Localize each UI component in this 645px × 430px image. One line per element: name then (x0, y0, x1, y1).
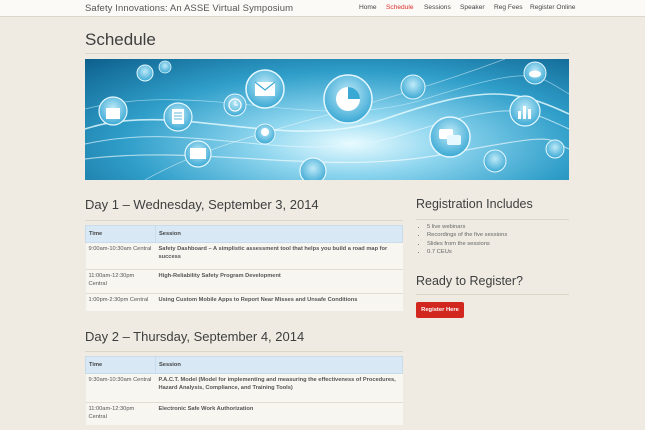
day1-heading: Day 1 – Wednesday, September 3, 2014 (85, 197, 319, 212)
document-icon (163, 102, 193, 132)
camera-icon (545, 139, 565, 159)
table-row: 9:30am-10:30am Central P.A.C.T. Model (M… (85, 373, 403, 403)
column-header-session: Session (155, 356, 403, 374)
bar-chart-icon (509, 95, 541, 127)
session-cell: Using Custom Mobile Apps to Report Near … (155, 293, 403, 311)
pie-chart-icon (323, 74, 373, 124)
list-item: 5 live webinars (427, 223, 507, 231)
mail-icon (483, 149, 507, 173)
day2-schedule-table: Time Session 9:30am-10:30am Central P.A.… (85, 356, 403, 425)
clock-icon (223, 93, 247, 117)
time-cell: 11:00am-12:30pm Central (85, 269, 156, 294)
envelope-icon (245, 69, 285, 109)
music-icon (158, 60, 172, 74)
session-cell: Electronic Safe Work Authorization (155, 402, 403, 425)
chat-icon (429, 116, 471, 158)
table-row: 11:00am-12:30pm Central Electronic Safe … (85, 402, 403, 425)
list-item: 0.7 CEUs (427, 248, 507, 256)
includes-list: 5 live webinars Recordings of the five s… (427, 223, 507, 256)
nav-reg-fees[interactable]: Reg Fees (494, 4, 523, 11)
column-header-session: Session (155, 225, 403, 243)
list-item: Slides from the sessions (427, 240, 507, 248)
time-cell: 11:00am-12:30pm Central (85, 402, 156, 425)
nav-sessions[interactable]: Sessions (424, 4, 451, 11)
cloud-icon (523, 61, 547, 85)
lightbulb-icon (254, 123, 276, 145)
nav-home[interactable]: Home (359, 4, 377, 11)
chart-icon (400, 74, 426, 100)
time-cell: 1:00pm-2:30pm Central (85, 293, 156, 311)
session-cell: Safety Dashboard – A simplistic assessme… (155, 242, 403, 270)
registration-divider (416, 219, 569, 220)
time-cell: 9:30am-10:30am Central (85, 373, 156, 403)
nav-speaker[interactable]: Speaker (460, 4, 485, 11)
gear-icon (136, 64, 154, 82)
table-row: 1:00pm-2:30pm Central Using Custom Mobil… (85, 293, 403, 311)
top-bar: Safety Innovations: An ASSE Virtual Symp… (0, 0, 645, 17)
tv-icon (184, 140, 212, 168)
table-header-row: Time Session (85, 356, 403, 374)
people-icon (299, 157, 327, 180)
registration-includes-heading: Registration Includes (416, 197, 533, 211)
nav-schedule[interactable]: Schedule (386, 4, 414, 11)
banner-image (85, 59, 569, 180)
column-header-time: Time (85, 225, 156, 243)
title-divider (85, 53, 569, 54)
day2-heading: Day 2 – Thursday, September 4, 2014 (85, 329, 305, 344)
session-cell: High-Reliability Safety Program Developm… (155, 269, 403, 294)
table-header-row: Time Session (85, 225, 403, 243)
ready-to-register-heading: Ready to Register? (416, 274, 524, 288)
day1-schedule-table: Time Session 9:00am-10:30am Central Safe… (85, 225, 403, 311)
main-nav: Home Schedule Sessions Speaker Reg Fees … (0, 4, 645, 16)
list-item: Recordings of the five sessions (427, 231, 507, 239)
session-cell: P.A.C.T. Model (Model for implementing a… (155, 373, 403, 403)
register-here-button[interactable]: Register Here (416, 302, 464, 318)
day1-divider (85, 220, 403, 221)
page-title: Schedule (85, 30, 156, 49)
table-row: 9:00am-10:30am Central Safety Dashboard … (85, 242, 403, 270)
day2-divider (85, 351, 403, 352)
column-header-time: Time (85, 356, 156, 374)
time-cell: 9:00am-10:30am Central (85, 242, 156, 270)
nav-register-online[interactable]: Register Online (530, 4, 575, 11)
table-row: 11:00am-12:30pm Central High-Reliability… (85, 269, 403, 294)
ready-divider (416, 294, 569, 295)
banner-graphic (85, 59, 569, 180)
shopping-bag-icon (98, 96, 128, 126)
